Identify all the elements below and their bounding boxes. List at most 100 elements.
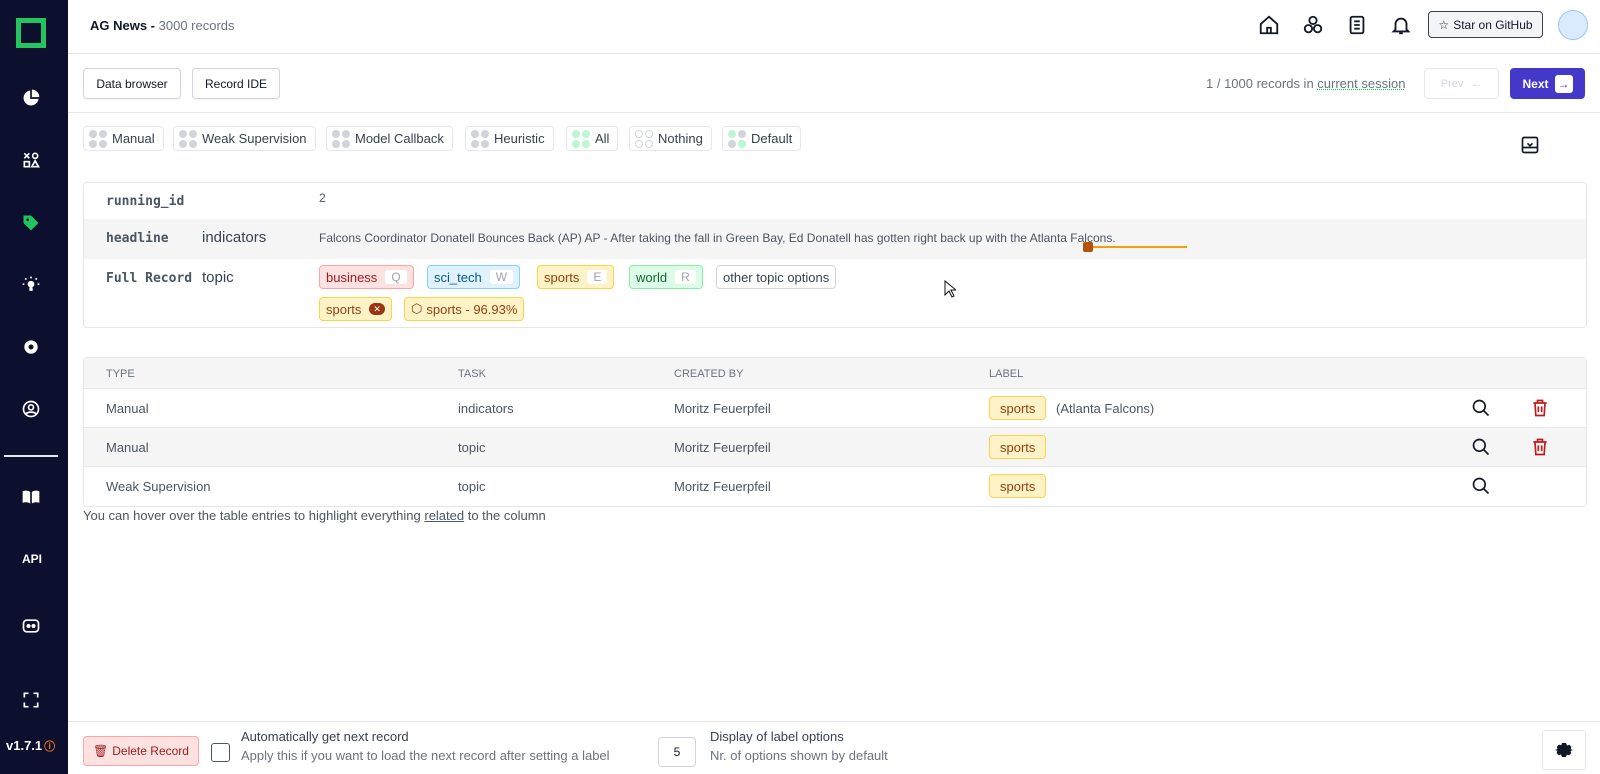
document-icon[interactable] [1346,14,1370,38]
fullscreen-icon[interactable] [19,688,43,712]
dots-icon [471,129,489,148]
api-link[interactable]: API [19,552,45,566]
mouse-cursor-icon [944,279,958,301]
collapse-icon[interactable] [1520,135,1540,155]
label-option-sci-tech[interactable]: sci_tech W [427,265,521,289]
version-label: v1.7.1 ⓘ [6,738,56,753]
cell-task: topic [458,440,486,455]
record-ide-button[interactable]: Record IDE [192,68,280,99]
home-icon[interactable] [1258,14,1282,38]
settings-button[interactable] [1542,730,1586,770]
task-name: indicators [202,229,267,246]
cell-task: indicators [458,401,514,416]
cell-type: Manual [106,401,149,416]
auto-next-subtitle: Apply this if you want to load the next … [241,748,610,763]
project-title: AG News - 3000 records [90,18,235,33]
top-header: AG News - 3000 records ☆ Star on GitHub [68,0,1600,54]
star-github-button[interactable]: ☆ Star on GitHub [1428,11,1543,38]
cell-task: topic [458,479,486,494]
star-icon: ☆ [1438,17,1450,32]
label-option-business[interactable]: business Q [319,265,414,289]
filter-all[interactable]: All [566,126,619,151]
prev-button[interactable]: Prev ← [1424,68,1499,99]
related-link[interactable]: related [424,508,464,523]
labels-table: TYPE TASK CREATED BY LABEL Manual indica… [83,357,1587,507]
dots-icon [728,129,746,148]
trash-icon[interactable] [1530,398,1550,418]
header-type: TYPE [106,368,135,380]
filter-default[interactable]: Default [722,126,802,151]
search-icon[interactable] [1471,437,1491,457]
shortcut-key: W [489,270,514,284]
pie-chart-icon[interactable] [19,86,43,110]
avatar[interactable] [1558,10,1588,40]
discord-icon[interactable] [19,614,43,638]
bell-icon[interactable] [1390,14,1414,38]
search-icon[interactable] [1471,476,1491,496]
dots-icon [635,129,653,148]
filter-heuristic[interactable]: Heuristic [465,126,554,151]
dots-icon [332,129,350,148]
full-record-row: Full Record topic business Q sci_tech W sp… [84,259,1586,329]
cell-label: sports [989,474,1047,498]
record-card: running_id 2 headline indicators Falcons… [83,182,1587,328]
arrow-right-icon: → [1554,74,1573,93]
table-row[interactable]: Manual indicators Moritz Feuerpfeil spor… [84,389,1586,428]
trash-icon: 🗑 [93,744,109,758]
session-info: 1 / 1000 records in current session [1206,76,1406,91]
display-options-input[interactable]: 5 [658,737,696,767]
next-button[interactable]: Next → [1510,68,1585,99]
filter-weak-supervision[interactable]: Weak Supervision [173,126,316,151]
table-row[interactable]: Manual topic Moritz Feuerpfeil sports [84,428,1586,467]
data-browser-button[interactable]: Data browser [83,68,181,99]
models-icon[interactable] [1302,14,1326,38]
label-option-sports[interactable]: sports E [537,265,615,289]
trash-icon[interactable] [1530,437,1550,457]
table-row[interactable]: Weak Supervision topic Moritz Feuerpfeil… [84,467,1586,506]
table-hint: You can hover over the table entries to … [83,508,546,523]
cell-created-by: Moritz Feuerpfeil [674,479,771,494]
header-created-by: CREATED BY [674,368,744,380]
book-icon[interactable] [19,485,43,509]
filter-model-callback[interactable]: Model Callback [326,126,453,151]
tag-icon[interactable] [19,211,43,235]
shortcut-key: E [587,270,608,284]
display-options-subtitle: Nr. of options shown by default [710,748,888,763]
headline-row: headline indicators Falcons Coordinator … [84,219,1586,259]
table-header: TYPE TASK CREATED BY LABEL [84,358,1586,389]
auto-next-checkbox[interactable] [211,743,230,762]
remove-label-icon[interactable]: ✕ [369,303,385,315]
span-marker [1083,242,1187,252]
user-circle-icon[interactable] [19,397,43,421]
delete-record-button[interactable]: 🗑 Delete Record [83,736,199,766]
search-icon[interactable] [1471,398,1491,418]
shortcut-key: R [675,270,696,284]
cell-type: Weak Supervision [106,479,211,494]
field-key: headline [106,231,169,246]
field-key: Full Record [106,271,193,286]
shapes-icon[interactable] [19,148,43,172]
dots-icon [89,129,107,148]
dots-icon [572,129,590,148]
settings-icon[interactable] [19,335,43,359]
task-name: topic [202,269,234,286]
cell-label: sports [989,396,1047,420]
lightbulb-icon[interactable] [19,273,43,297]
warning-icon[interactable]: ⓘ [44,741,55,753]
cell-created-by: Moritz Feuerpfeil [674,401,771,416]
filter-nothing[interactable]: Nothing [629,126,712,151]
gear-icon [1555,743,1573,757]
hexagon-icon: ⬡ [411,301,423,316]
other-options-button[interactable]: other topic options [716,265,837,289]
assigned-label: sports ✕ [319,297,392,321]
prediction-label[interactable]: ⬡ sports - 96.93% [404,297,525,321]
filter-manual[interactable]: Manual [83,126,164,151]
header-label: LABEL [989,368,1024,380]
cell-span: (Atlanta Falcons) [1056,401,1155,416]
running-id-row: running_id 2 [84,183,1586,219]
headline-text[interactable]: Falcons Coordinator Donatell Bounces Bac… [319,231,1116,245]
label-option-world[interactable]: world R [629,265,703,289]
app-logo[interactable] [16,18,46,48]
field-key: running_id [106,194,185,209]
current-session-link[interactable]: current session [1317,76,1405,91]
